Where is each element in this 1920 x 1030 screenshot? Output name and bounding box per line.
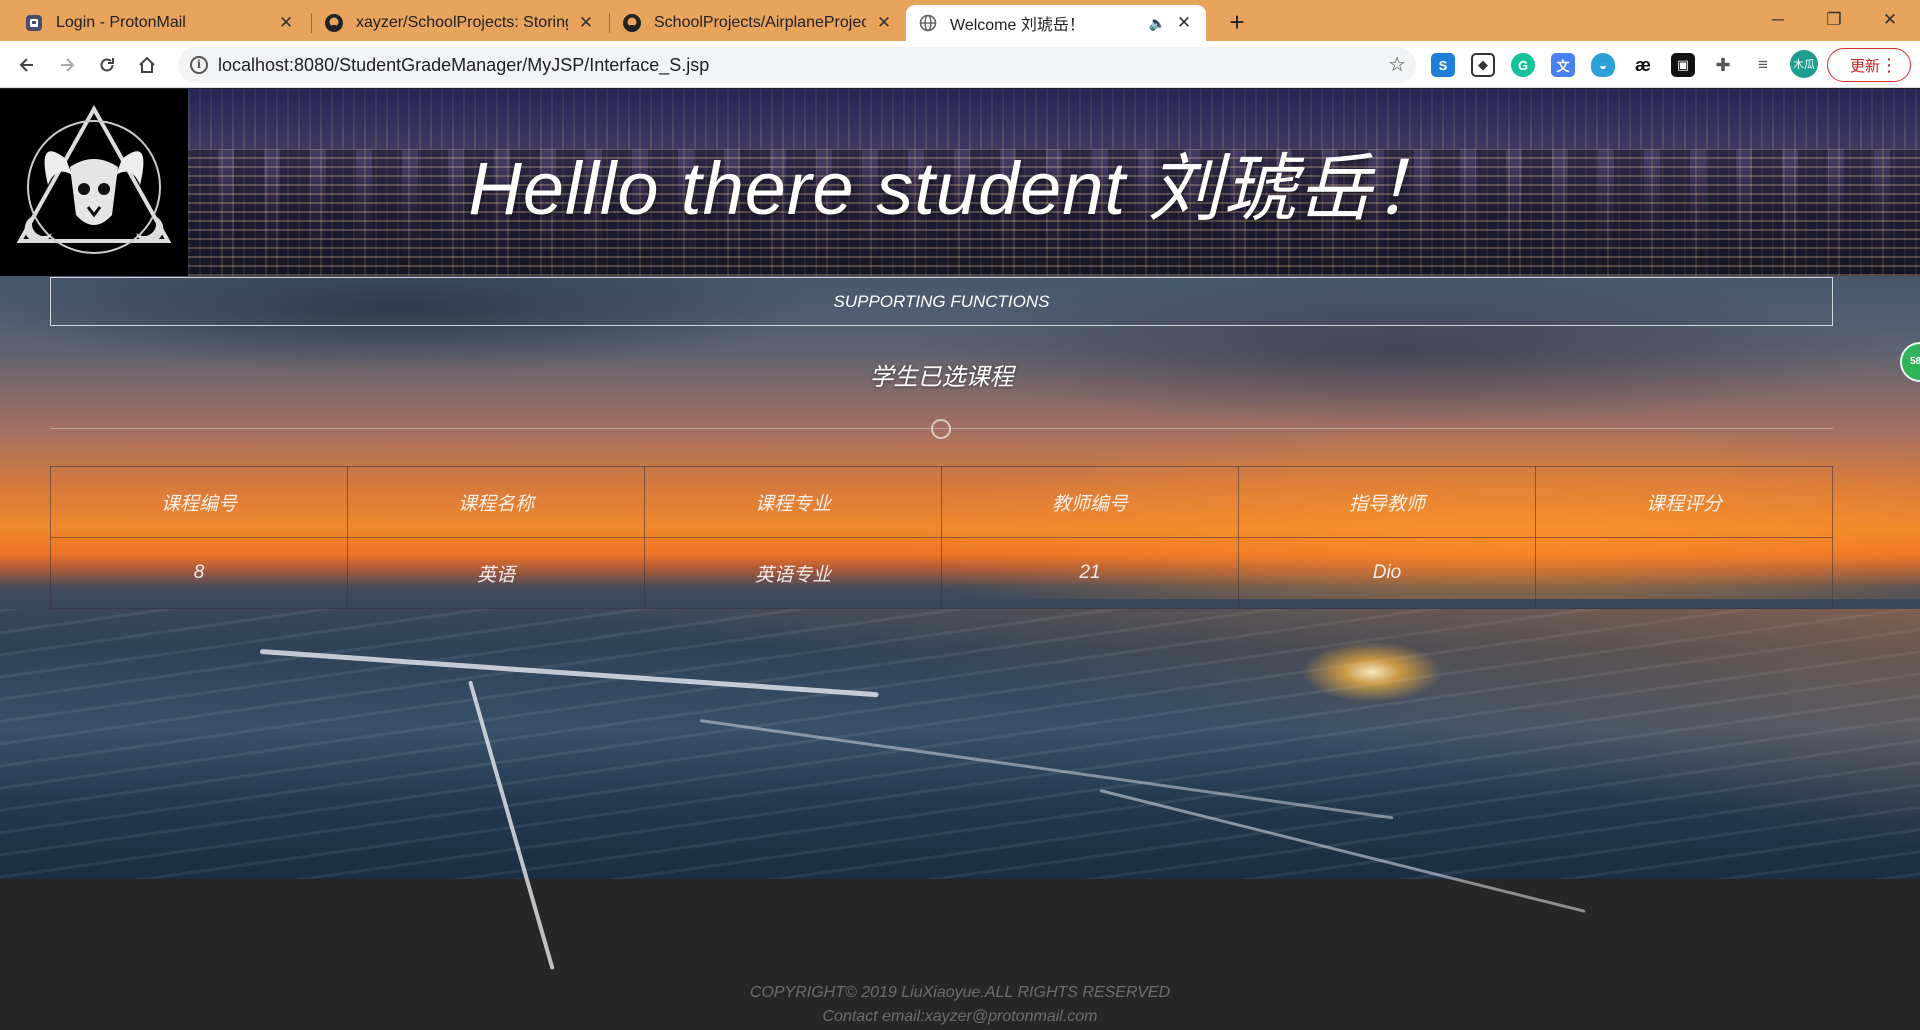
column-header: 教师编号 bbox=[941, 466, 1239, 538]
page-viewport: Helllo there student 刘琥岳！ SUPPORTING FUN… bbox=[0, 89, 1920, 1030]
restore-icon[interactable]: ❐ bbox=[1806, 4, 1862, 36]
page-footer: COPYRIGHT© 2019 LiuXiaoyue.ALL RIGHTS RE… bbox=[0, 980, 1920, 1030]
github-icon bbox=[622, 13, 642, 33]
globe-icon bbox=[918, 13, 938, 33]
media-queue-icon[interactable]: ≡ bbox=[1751, 53, 1775, 77]
table-header-row: 课程编号 课程名称 课程专业 教师编号 指导教师 课程评分 bbox=[50, 466, 1833, 538]
column-header: 课程专业 bbox=[644, 466, 942, 538]
supporting-functions-bar[interactable]: SUPPORTING FUNCTIONS bbox=[50, 277, 1833, 326]
contact-email: Contact email:xayzer@protonmail.com bbox=[822, 1008, 1098, 1025]
column-header: 课程名称 bbox=[347, 466, 645, 538]
table-cell: Dio bbox=[1238, 537, 1536, 609]
skype-extension-icon[interactable]: S bbox=[1431, 53, 1455, 77]
tab-github-storing[interactable]: xayzer/SchoolProjects: Storing ✕ bbox=[312, 5, 608, 41]
tab-title: xayzer/SchoolProjects: Storing bbox=[356, 14, 568, 31]
browser-toolbar: i localhost:8080/StudentGradeManager/MyJ… bbox=[0, 41, 1920, 88]
github-icon bbox=[324, 13, 344, 33]
surf-line bbox=[259, 649, 879, 698]
surf-line bbox=[468, 680, 555, 970]
forward-icon[interactable] bbox=[52, 50, 82, 80]
table-row: 8 英语 英语专业 21 Dio bbox=[50, 537, 1833, 609]
tab-welcome[interactable]: Welcome 刘琥岳！ 🔈 ✕ bbox=[906, 5, 1206, 41]
tab-title: Welcome 刘琥岳！ bbox=[950, 17, 1085, 34]
copyright-text: COPYRIGHT© 2019 LiuXiaoyue.ALL RIGHTS RE… bbox=[749, 984, 1171, 1001]
column-header: 课程评分 bbox=[1535, 466, 1833, 538]
table-cell: 英语专业 bbox=[644, 537, 942, 609]
table-cell: 8 bbox=[50, 537, 348, 609]
cube-extension-icon[interactable]: ◆ bbox=[1471, 53, 1495, 77]
close-tab-icon[interactable]: ✕ bbox=[276, 13, 296, 33]
column-header: 指导教师 bbox=[1238, 466, 1536, 538]
table-cell bbox=[1535, 537, 1833, 609]
column-header: 课程编号 bbox=[50, 466, 348, 538]
update-button[interactable]: 更新 ⋮ bbox=[1827, 48, 1911, 82]
minimize-icon[interactable]: ─ bbox=[1750, 4, 1806, 36]
beach-layer bbox=[0, 609, 1920, 970]
back-icon[interactable] bbox=[12, 50, 42, 80]
update-label: 更新 bbox=[1850, 57, 1881, 75]
surf-line bbox=[699, 719, 1394, 820]
puzzle-extensions-icon[interactable]: ✚ bbox=[1711, 53, 1735, 77]
table-cell: 英语 bbox=[347, 537, 645, 609]
goat-skull-logo-icon bbox=[16, 104, 172, 254]
tab-github-airplane[interactable]: SchoolProjects/AirplaneProject ✕ bbox=[610, 5, 906, 41]
window-close-icon[interactable]: ✕ bbox=[1862, 4, 1918, 36]
site-logo bbox=[0, 89, 188, 276]
new-tab-button[interactable]: + bbox=[1222, 7, 1252, 37]
course-table: 课程编号 课程名称 课程专业 教师编号 指导教师 课程评分 8 英语 英语专业 … bbox=[50, 466, 1833, 609]
menu-dots-icon[interactable]: ⋮ bbox=[1880, 53, 1898, 77]
url-text[interactable]: localhost:8080/StudentGradeManager/MyJSP… bbox=[218, 55, 709, 76]
table-cell: 21 bbox=[941, 537, 1239, 609]
section-title: 学生已选课程 bbox=[869, 364, 1014, 391]
translate-extension-icon[interactable]: 文 bbox=[1551, 53, 1575, 77]
close-tab-icon[interactable]: ✕ bbox=[576, 13, 596, 33]
site-info-icon[interactable]: i bbox=[190, 56, 208, 74]
reload-icon[interactable] bbox=[92, 50, 122, 80]
notes-extension-icon[interactable]: ▣ bbox=[1671, 53, 1695, 77]
header-banner: Helllo there student 刘琥岳！ bbox=[188, 89, 1920, 276]
bookmark-star-icon[interactable]: ☆ bbox=[1388, 52, 1406, 77]
divider-circle-icon bbox=[931, 419, 951, 439]
tab-strip: Login - ProtonMail ✕ xayzer/SchoolProjec… bbox=[0, 0, 1920, 41]
close-tab-icon[interactable]: ✕ bbox=[874, 13, 894, 33]
address-bar[interactable]: i localhost:8080/StudentGradeManager/MyJ… bbox=[178, 47, 1416, 83]
tab-protonmail[interactable]: Login - ProtonMail ✕ bbox=[12, 5, 308, 41]
surf-line bbox=[1099, 789, 1586, 913]
home-icon[interactable] bbox=[132, 50, 162, 80]
profile-avatar[interactable]: 木瓜 bbox=[1790, 50, 1818, 78]
ae-extension-icon[interactable]: æ bbox=[1631, 53, 1655, 77]
speaker-icon[interactable]: 🔈 bbox=[1149, 15, 1166, 32]
close-tab-icon[interactable]: ✕ bbox=[1174, 13, 1194, 33]
tab-title: Login - ProtonMail bbox=[56, 14, 186, 31]
tab-title: SchoolProjects/AirplaneProject bbox=[654, 14, 866, 31]
welcome-title: Helllo there student 刘琥岳！ bbox=[468, 147, 1448, 230]
protonmail-icon bbox=[24, 13, 44, 33]
shield-extension-icon[interactable]: ◒ bbox=[1591, 53, 1615, 77]
grammarly-extension-icon[interactable]: G bbox=[1511, 53, 1535, 77]
